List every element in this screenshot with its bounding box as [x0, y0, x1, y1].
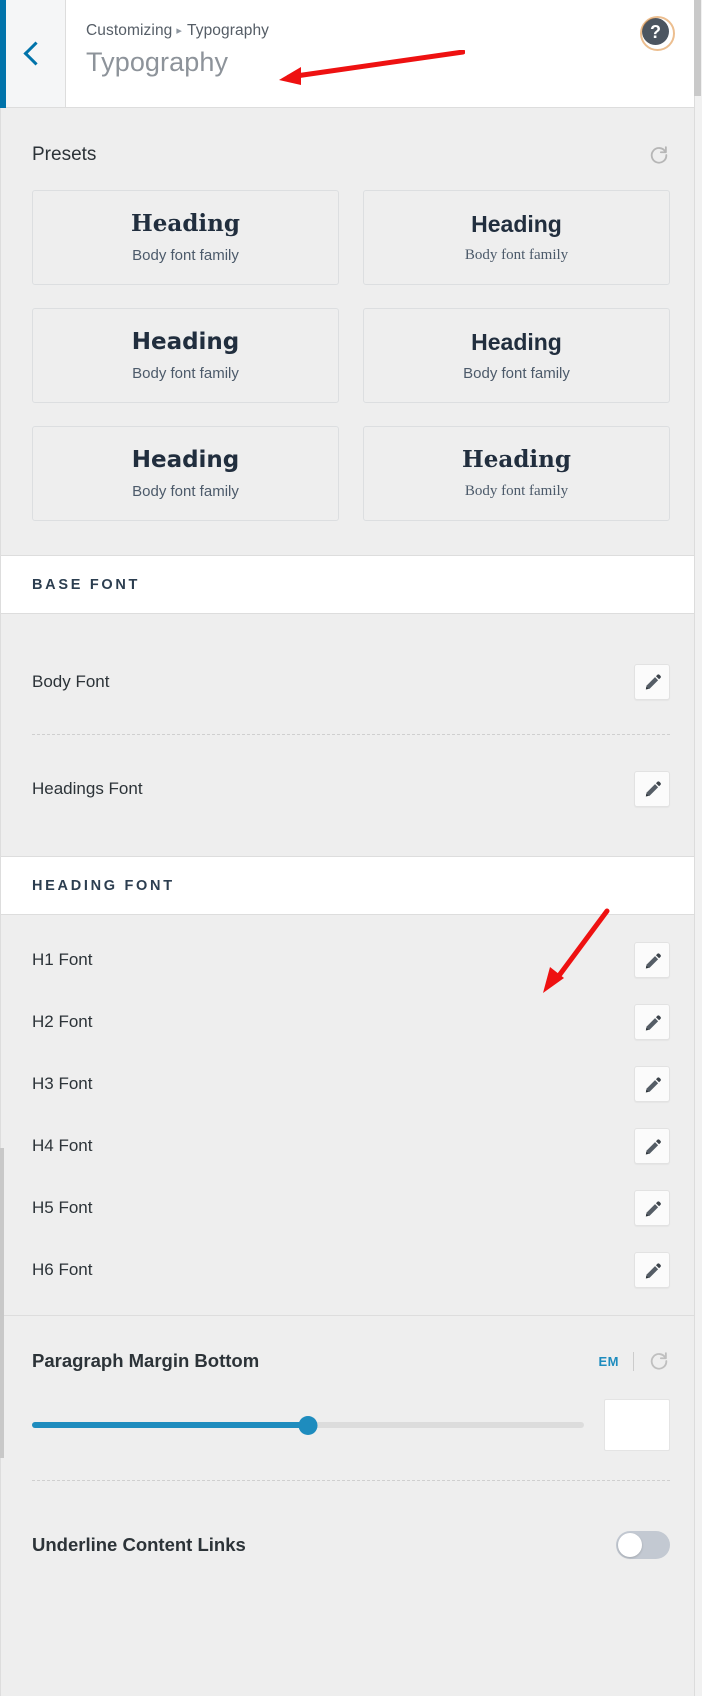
help-icon[interactable]: ? — [640, 16, 675, 51]
panel-scrollbar[interactable] — [694, 0, 702, 1696]
toggle-knob — [618, 1533, 642, 1557]
preset-card[interactable]: Heading Body font family — [32, 190, 339, 285]
panel-scrollbar-thumb[interactable] — [694, 0, 701, 96]
pencil-icon — [645, 1014, 661, 1030]
font-option-row: H2 Font — [32, 991, 670, 1053]
edit-font-button[interactable] — [634, 1004, 670, 1040]
customizer-panel: Customizing ▸ Typography Typography ? Pres… — [0, 0, 702, 1696]
preset-card[interactable]: Heading Body font family — [363, 308, 670, 403]
base-font-rows: Body Font Headings Font — [0, 614, 702, 856]
preset-body-sample: Body font family — [464, 482, 569, 499]
page-title: Typography — [86, 47, 229, 77]
active-panel-accent-bar — [0, 0, 6, 108]
back-button[interactable] — [0, 0, 66, 107]
font-option-row: H4 Font — [32, 1115, 670, 1177]
font-option-label: H1 Font — [32, 950, 93, 969]
pencil-icon — [645, 1200, 661, 1216]
font-option-row: H6 Font — [32, 1239, 670, 1301]
preset-heading-sample: Heading — [131, 210, 240, 238]
font-option-label: Body Font — [32, 671, 110, 691]
paragraph-margin-slider[interactable] — [32, 1414, 584, 1436]
section-header-base-font: BASE FONT — [0, 555, 702, 614]
preset-heading-sample: Heading — [471, 329, 562, 356]
control-divider — [32, 1480, 670, 1481]
pencil-icon — [645, 952, 661, 968]
paragraph-margin-control: Paragraph Margin Bottom EM — [0, 1315, 702, 1481]
tool-divider — [633, 1351, 634, 1371]
edit-font-button[interactable] — [634, 1066, 670, 1102]
font-option-row: Headings Font — [32, 735, 670, 842]
breadcrumb-separator-icon: ▸ — [176, 24, 183, 37]
paragraph-margin-tools: EM — [599, 1350, 671, 1372]
slider-fill — [32, 1422, 308, 1428]
preset-card[interactable]: Heading Body font family — [32, 426, 339, 521]
preset-body-sample: Body font family — [464, 246, 569, 263]
preset-card[interactable]: Heading Body font family — [363, 190, 670, 285]
edit-font-button[interactable] — [634, 663, 670, 700]
preset-body-sample: Body font family — [132, 246, 239, 264]
pencil-icon — [645, 1138, 661, 1154]
breadcrumb-root[interactable]: Customizing — [86, 22, 172, 39]
preset-body-sample: Body font family — [132, 482, 239, 500]
preset-card[interactable]: Heading Body font family — [32, 308, 339, 403]
font-option-label: H2 Font — [32, 1012, 93, 1031]
paragraph-margin-header: Paragraph Margin Bottom EM — [32, 1350, 670, 1372]
edit-font-button[interactable] — [634, 942, 670, 978]
preset-heading-sample: Heading — [131, 447, 240, 474]
font-option-label: H6 Font — [32, 1260, 93, 1279]
font-option-row: H1 Font — [32, 929, 670, 991]
font-option-row: Body Font — [32, 628, 670, 735]
unit-toggle-em[interactable]: EM — [599, 1354, 620, 1369]
slider-thumb[interactable] — [298, 1415, 318, 1435]
breadcrumb-current: Typography — [187, 22, 270, 39]
edit-font-button[interactable] — [634, 1252, 670, 1288]
underline-content-links-row: Underline Content Links — [0, 1515, 702, 1575]
presets-title: Presets — [32, 144, 97, 165]
font-option-label: H4 Font — [32, 1136, 93, 1155]
edit-font-button[interactable] — [634, 1190, 670, 1226]
font-option-label: H5 Font — [32, 1198, 93, 1217]
preset-card[interactable]: Heading Body font family — [363, 426, 670, 521]
preset-heading-sample: Heading — [131, 329, 240, 356]
font-option-row: H5 Font — [32, 1177, 670, 1239]
underline-content-links-toggle[interactable] — [616, 1531, 670, 1559]
presets-section: Presets Heading Body font family Heading Bo… — [0, 108, 702, 555]
font-option-label: H3 Font — [32, 1074, 93, 1093]
pencil-icon — [645, 674, 661, 690]
edit-font-button[interactable] — [634, 770, 670, 807]
paragraph-margin-input[interactable] — [604, 1399, 670, 1451]
paragraph-margin-label: Paragraph Margin Bottom — [32, 1350, 260, 1371]
panel-header-text: Customizing ▸ Typography Typography ? — [66, 0, 702, 107]
presets-grid: Heading Body font family Heading Body font … — [32, 190, 670, 521]
reset-icon[interactable] — [648, 1350, 670, 1372]
edit-font-button[interactable] — [634, 1128, 670, 1164]
heading-font-rows: H1 Font H2 Font H3 Font H4 Font H5 Font H6 Fo… — [0, 915, 702, 1315]
pencil-icon — [645, 781, 661, 797]
chevron-left-icon — [22, 41, 48, 66]
presets-header: Presets — [32, 144, 670, 166]
font-option-row: H3 Font — [32, 1053, 670, 1115]
preset-body-sample: Body font family — [132, 364, 239, 382]
reset-icon[interactable] — [648, 144, 670, 166]
panel-header: Customizing ▸ Typography Typography ? — [0, 0, 702, 108]
paragraph-margin-slider-row — [32, 1399, 670, 1451]
section-header-heading-font: HEADING FONT — [0, 856, 702, 915]
breadcrumb: Customizing ▸ Typography — [86, 22, 702, 40]
font-option-label: Headings Font — [32, 778, 143, 798]
pencil-icon — [645, 1076, 661, 1092]
preset-body-sample: Body font family — [463, 364, 570, 382]
pencil-icon — [645, 1262, 661, 1278]
panel-section-accent-bar — [0, 1148, 4, 1458]
underline-content-links-label: Underline Content Links — [32, 1534, 246, 1555]
preset-heading-sample: Heading — [462, 446, 571, 474]
preset-heading-sample: Heading — [471, 211, 562, 238]
